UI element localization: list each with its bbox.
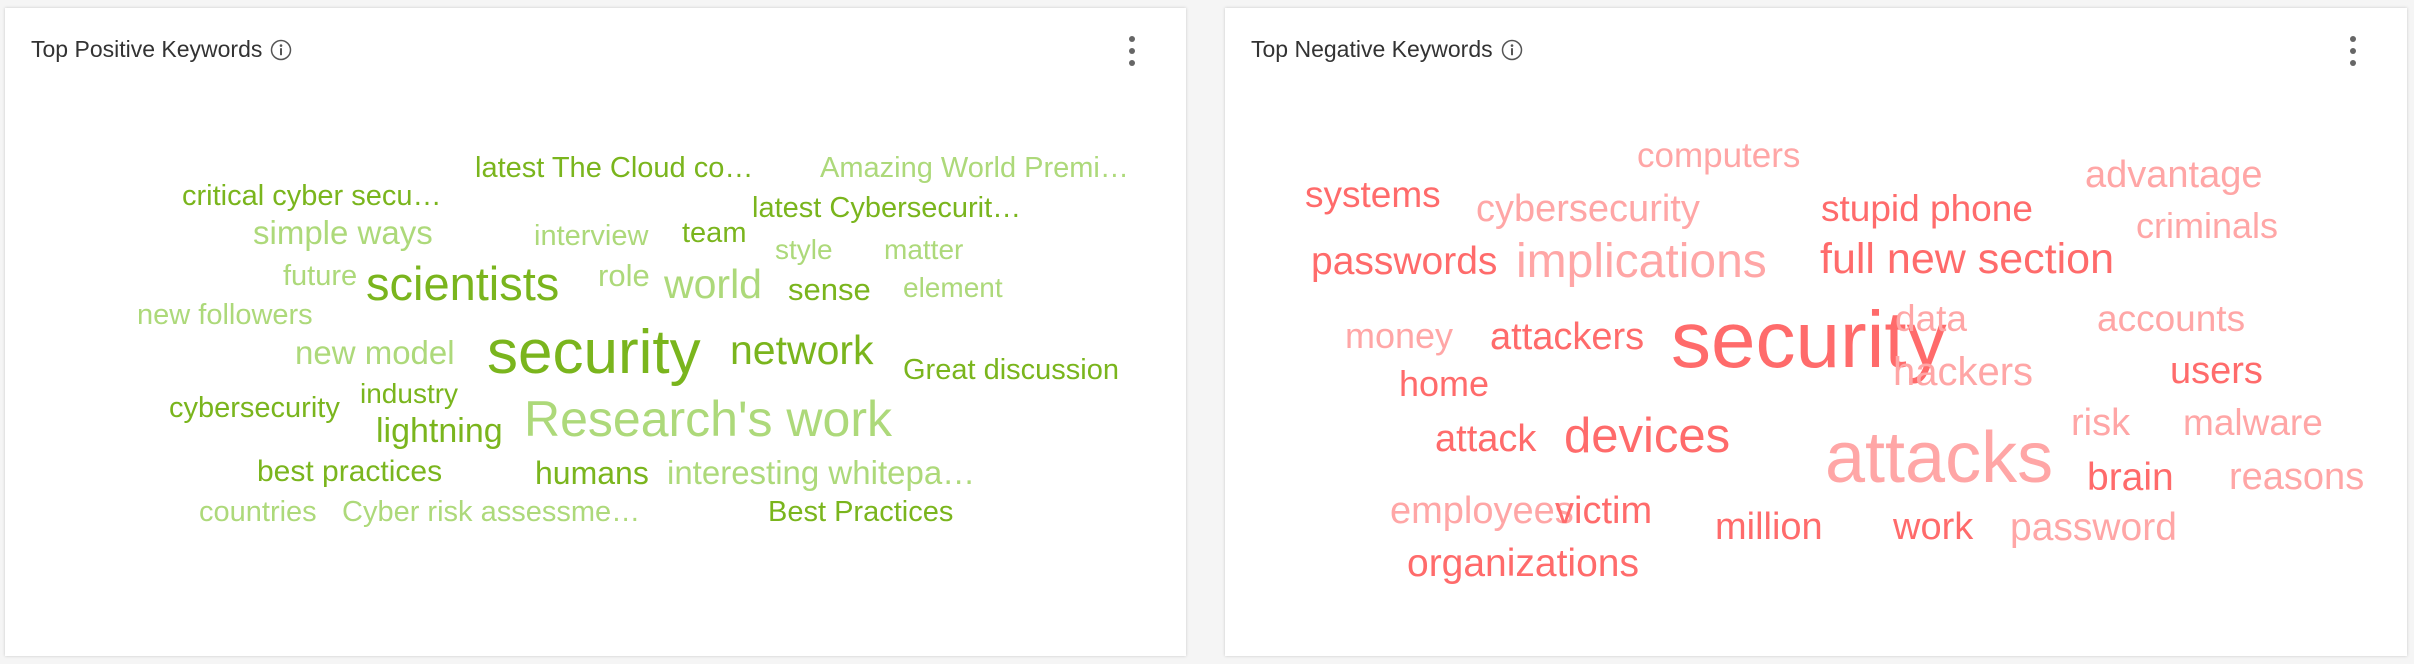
keyword[interactable]: matter: [884, 236, 963, 264]
keyword[interactable]: best practices: [257, 457, 442, 487]
keyword[interactable]: criminals: [2136, 208, 2278, 244]
keyword[interactable]: attack: [1435, 420, 1536, 458]
keyword[interactable]: latest The Cloud co…: [475, 154, 753, 183]
keyword[interactable]: latest Cybersecurit…: [752, 194, 1021, 223]
keyword[interactable]: employees: [1390, 492, 1574, 530]
keyword[interactable]: sense: [788, 274, 871, 305]
keyword[interactable]: work: [1893, 508, 1973, 546]
keyword[interactable]: passwords: [1311, 242, 1497, 281]
keyword[interactable]: team: [682, 219, 746, 248]
keyword[interactable]: new followers: [137, 301, 313, 330]
keyword[interactable]: advantage: [2085, 156, 2263, 194]
keyword[interactable]: Great discussion: [903, 356, 1119, 385]
keyword[interactable]: home: [1399, 366, 1489, 402]
keyword[interactable]: stupid phone: [1821, 190, 2033, 227]
keyword[interactable]: Cyber risk assessme…: [342, 498, 640, 527]
positive-keywords-panel: Top Positive Keywords latest The Cloud c…: [5, 8, 1186, 656]
keyword[interactable]: users: [2170, 352, 2263, 390]
keyword[interactable]: network: [730, 330, 874, 371]
keyword[interactable]: industry: [360, 380, 458, 408]
keyword[interactable]: element: [903, 274, 1003, 302]
keyword[interactable]: new model: [295, 336, 455, 369]
keyword[interactable]: computers: [1637, 138, 1800, 173]
keyword[interactable]: reasons: [2229, 458, 2364, 496]
keyword[interactable]: million: [1715, 508, 1823, 546]
keyword[interactable]: victim: [1555, 492, 1652, 530]
keyword[interactable]: Amazing World Premi…: [820, 154, 1129, 183]
keyword[interactable]: lightning: [376, 414, 503, 448]
keyword[interactable]: humans: [535, 457, 649, 489]
keyword[interactable]: interview: [534, 222, 648, 251]
keyword[interactable]: future: [283, 262, 357, 291]
keyword[interactable]: money: [1345, 318, 1453, 354]
keyword[interactable]: organizations: [1407, 544, 1639, 583]
keyword[interactable]: scientists: [366, 260, 559, 307]
keyword[interactable]: critical cyber secu…: [182, 182, 441, 211]
keyword[interactable]: role: [598, 260, 650, 291]
keyword[interactable]: countries: [199, 498, 317, 527]
positive-word-cloud: latest The Cloud co… Amazing World Premi……: [5, 8, 1186, 656]
keyword[interactable]: brain: [2087, 458, 2174, 497]
keyword[interactable]: implications: [1516, 238, 1767, 286]
keyword[interactable]: password: [2010, 508, 2177, 547]
keyword[interactable]: data: [1895, 300, 1967, 337]
keyword[interactable]: world: [664, 264, 762, 305]
keyword[interactable]: style: [775, 236, 833, 264]
keyword[interactable]: accounts: [2097, 300, 2245, 337]
keyword[interactable]: hackers: [1893, 352, 2033, 392]
keyword[interactable]: risk: [2071, 404, 2130, 442]
negative-keywords-panel: Top Negative Keywords computers systems cy…: [1225, 8, 2407, 656]
keyword[interactable]: interesting whitepa…: [667, 456, 975, 489]
keyword[interactable]: Research's work: [524, 394, 892, 444]
keyword[interactable]: malware: [2183, 404, 2323, 441]
keyword[interactable]: cybersecurity: [1476, 190, 1700, 228]
keyword[interactable]: cybersecurity: [169, 394, 340, 423]
keyword[interactable]: systems: [1305, 176, 1441, 213]
keyword[interactable]: simple ways: [253, 216, 433, 249]
keyword[interactable]: devices: [1564, 412, 1730, 461]
keyword[interactable]: security: [487, 322, 701, 384]
keyword[interactable]: attacks: [1825, 422, 2053, 494]
negative-word-cloud: computers systems cybersecurity stupid phon…: [1225, 8, 2407, 656]
keyword[interactable]: Best Practices: [768, 498, 953, 527]
keyword[interactable]: attackers: [1490, 318, 1644, 356]
keyword[interactable]: full new section: [1820, 238, 2114, 281]
